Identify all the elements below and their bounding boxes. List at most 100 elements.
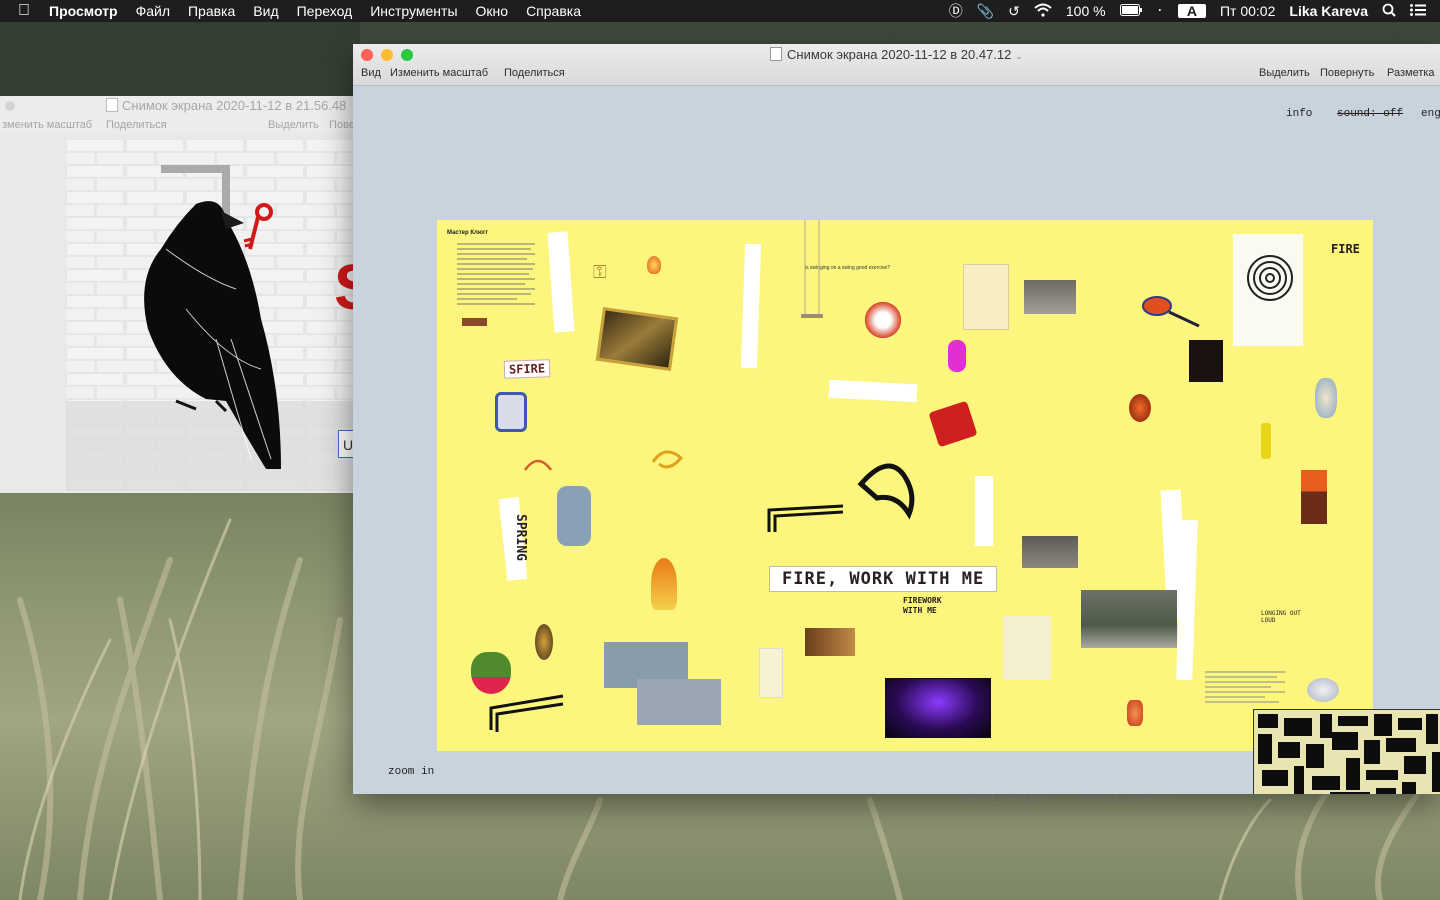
- spring-label: SPRING: [512, 514, 528, 561]
- svg-text:S: S: [334, 251, 354, 323]
- maze-thumbnail[interactable]: [1253, 709, 1440, 794]
- info-link[interactable]: info: [1286, 108, 1312, 120]
- burning-stool-icon: [1301, 470, 1327, 524]
- window-titlebar: Снимок экрана 2020-11-12 в 20.47.12 ⌄ Вид…: [353, 44, 1440, 86]
- battery-percent[interactable]: 100 %: [1059, 3, 1113, 19]
- rotate-button[interactable]: Пове: [329, 119, 354, 131]
- concert-photo: [885, 678, 991, 738]
- sfire-sticker: SFIRE: [503, 359, 551, 379]
- raven-illustration: S: [66, 139, 354, 491]
- sling-drawing: [857, 463, 915, 520]
- longing-note: LONGING OUT LOUD: [1261, 610, 1301, 624]
- input-source-label: A: [1177, 4, 1206, 18]
- window-title-text: Снимок экрана 2020-11-12 в 21.56.48: [122, 98, 347, 113]
- paperclip-icon[interactable]: 📎: [970, 3, 1001, 20]
- menu-help[interactable]: Справка: [517, 3, 590, 19]
- lotus-flower-drawing: [471, 652, 511, 694]
- preview-window[interactable]: Снимок экрана 2020-11-12 в 20.47.12 ⌄ Вид…: [353, 44, 1440, 794]
- flame-root-drawing: [651, 558, 677, 610]
- menu-tools[interactable]: Инструменты: [361, 3, 466, 19]
- black-card: [1189, 340, 1223, 382]
- menu-file[interactable]: Файл: [127, 3, 179, 19]
- share-button[interactable]: Поделиться: [504, 67, 565, 79]
- coral-object: [1307, 678, 1339, 702]
- staple-drawing: [767, 504, 844, 532]
- egg-object: [535, 624, 553, 660]
- accessibility-icon[interactable]: Ⓓ: [942, 1, 970, 21]
- figure-drawing: [865, 302, 901, 338]
- branch-photo: [637, 679, 721, 725]
- window-title[interactable]: Снимок экрана 2020-11-12 в 20.47.12 ⌄: [353, 47, 1440, 62]
- window-close-inactive-icon[interactable]: [5, 101, 15, 111]
- sound-toggle[interactable]: sound: off: [1337, 108, 1403, 120]
- banner-text: FIRE, WORK WITH ME: [769, 566, 998, 592]
- fire-label: FIRE: [1331, 242, 1360, 256]
- collage-canvas: Мастер Клюгг ⚿ is swinging on a swing go…: [437, 220, 1373, 751]
- firework-note: FIREWORK WITH ME: [903, 596, 942, 615]
- red-flower-icon: [1129, 394, 1151, 422]
- battery-icon[interactable]: [1113, 3, 1149, 19]
- brown-strip: [462, 318, 487, 326]
- vertical-note-paper: [547, 231, 575, 333]
- zoom-button[interactable]: Изменить масштаб: [390, 67, 488, 79]
- burning-racket-drawing: [1142, 296, 1200, 328]
- apple-menu-icon[interactable]: : [0, 2, 40, 20]
- background-preview-window[interactable]: Снимок экрана 2020-11-12 в 21.56.48 змен…: [0, 96, 354, 493]
- menu-window[interactable]: Окно: [467, 3, 518, 19]
- hook-drawing: [523, 459, 553, 471]
- menu-app-name[interactable]: Просмотр: [40, 3, 127, 19]
- lock-icon: [557, 486, 591, 546]
- bluetooth-icon[interactable]: ᛫: [1149, 3, 1171, 19]
- select-button[interactable]: Выделить: [1259, 67, 1310, 79]
- window-title-text: Снимок экрана 2020-11-12 в 20.47.12: [787, 47, 1012, 62]
- zoom-button[interactable]: зменить масштаб: [2, 119, 92, 131]
- document-view: info sound: off eng zoom in Мастер Клюгг…: [353, 86, 1440, 794]
- menu-view[interactable]: Вид: [244, 3, 287, 19]
- blue-head-sculpture: [1315, 378, 1337, 418]
- vertical-note-paper: [740, 243, 762, 369]
- chevron-down-icon[interactable]: ⌄: [1015, 51, 1023, 61]
- menu-edit[interactable]: Правка: [179, 3, 244, 19]
- select-button[interactable]: Выделить: [268, 119, 319, 131]
- input-source-icon[interactable]: A: [1171, 3, 1213, 19]
- document-icon: [106, 98, 118, 112]
- wifi-icon[interactable]: [1027, 3, 1059, 20]
- text-block: [457, 243, 535, 305]
- menu-go[interactable]: Переход: [288, 3, 362, 19]
- clock[interactable]: Пт 00:02: [1213, 3, 1282, 19]
- park-photo: [1081, 590, 1177, 648]
- notification-center-icon[interactable]: [1403, 3, 1440, 19]
- time-machine-icon[interactable]: ↺: [1001, 3, 1027, 20]
- paragraph-text: [1205, 671, 1285, 703]
- rotate-button[interactable]: Повернуть: [1320, 67, 1374, 79]
- lantern-icon: [1127, 700, 1143, 726]
- bottle-icon: [1261, 423, 1271, 459]
- spotlight-search-icon[interactable]: [1375, 3, 1403, 20]
- dancer-sketch-card: [1003, 616, 1051, 680]
- zoom-in-link[interactable]: zoom in: [388, 766, 434, 778]
- view-button[interactable]: Вид: [361, 67, 381, 79]
- portrait-photo: [495, 392, 527, 432]
- text-field-partial[interactable]: U: [338, 430, 354, 458]
- language-link[interactable]: eng: [1421, 108, 1440, 120]
- share-button[interactable]: Поделиться: [106, 119, 167, 131]
- document-view: S U: [0, 134, 354, 493]
- sketch-card: [759, 648, 783, 698]
- fire-truck-icon: [928, 400, 978, 448]
- white-note-paper: [975, 476, 993, 546]
- white-note-paper: [828, 379, 918, 403]
- markup-button[interactable]: Разметка: [1387, 67, 1435, 79]
- staple-drawing: [489, 694, 564, 732]
- header-text: Мастер Клюгг: [447, 230, 488, 236]
- drawing-card: [963, 264, 1009, 330]
- window-toolbar: зменить масштаб Поделиться Выделить Пове: [0, 116, 354, 134]
- user-name[interactable]: Lika Kareva: [1282, 3, 1375, 19]
- pink-figure: [948, 340, 966, 372]
- knot-drawing: [651, 450, 684, 469]
- painting-photo: [595, 306, 679, 372]
- document-icon: [770, 47, 783, 61]
- spiral-target-drawing: [1247, 255, 1293, 301]
- key-icon: ⚿: [593, 262, 607, 282]
- room-photo: [1024, 280, 1076, 314]
- brown-photo: [805, 628, 855, 656]
